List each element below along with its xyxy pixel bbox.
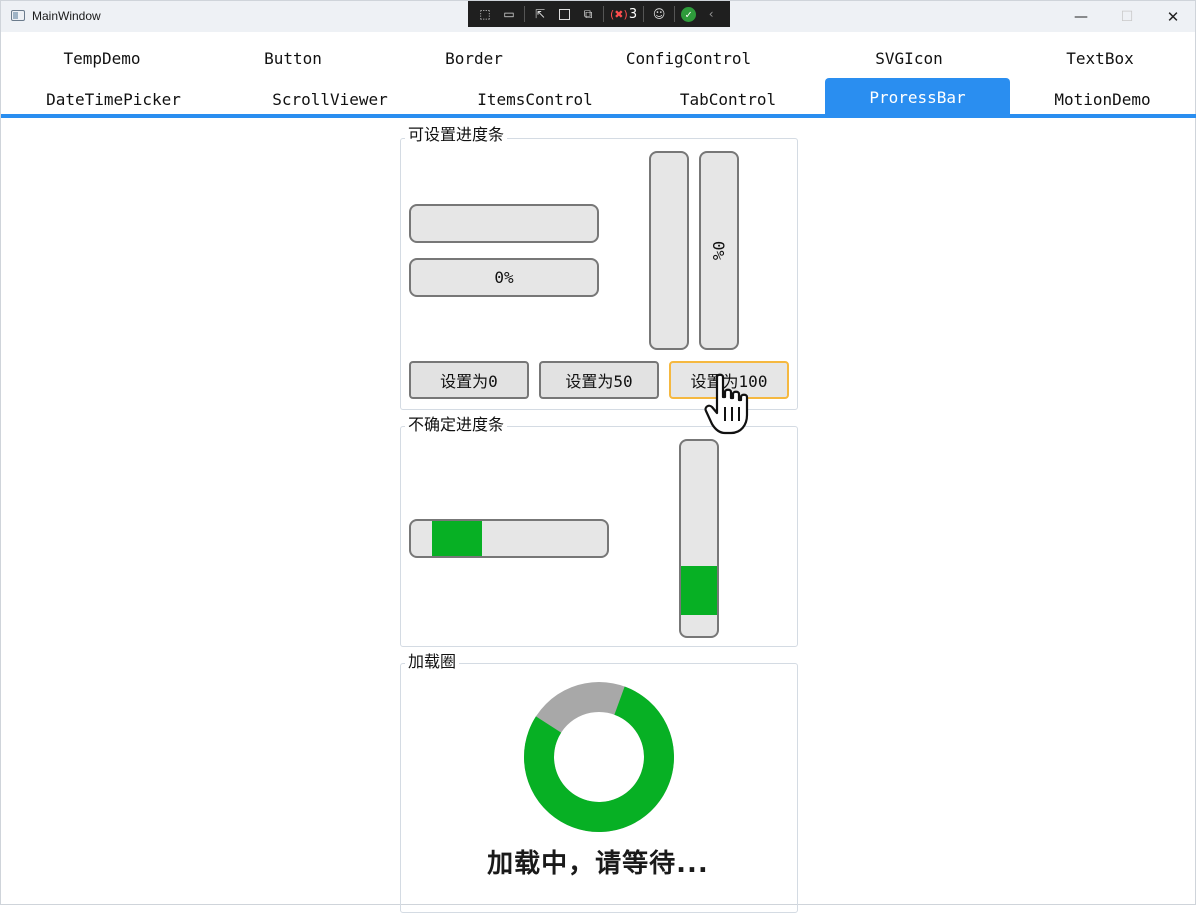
video-icon[interactable]: ▭: [500, 5, 518, 23]
error-icon: (✖): [610, 7, 628, 21]
tab-configcontrol[interactable]: ConfigControl: [560, 40, 817, 76]
indeterminate-indicator: [681, 566, 717, 615]
tab-motiondemo[interactable]: MotionDemo: [1010, 81, 1195, 117]
maximize-button[interactable]: ☐: [1104, 1, 1150, 32]
group-title: 不确定进度条: [405, 415, 508, 435]
display-layout-icon[interactable]: [555, 5, 573, 23]
check-icon[interactable]: ✓: [681, 6, 697, 22]
group-title: 可设置进度条: [405, 125, 508, 145]
vertical-progress-bar: [649, 151, 689, 350]
indeterminate-horizontal-bar: [409, 519, 609, 558]
indeterminate-vertical-bar: [679, 439, 719, 638]
group-title: 加载圈: [405, 652, 460, 672]
toolbar-divider: [524, 6, 525, 22]
collapse-chevron-icon[interactable]: ‹: [702, 5, 720, 23]
select-element-icon[interactable]: ⬚: [476, 5, 494, 23]
horizontal-progress-bar-with-text: 0%: [409, 258, 599, 297]
toolbar-divider: [643, 6, 645, 22]
toolbar-divider: [603, 6, 604, 22]
app-icon: [11, 10, 25, 21]
loading-ring: [524, 682, 674, 832]
tab-itemscontrol[interactable]: ItemsControl: [439, 81, 631, 117]
progress-text: 0%: [709, 240, 729, 261]
close-button[interactable]: ✕: [1150, 1, 1196, 32]
tab-scrollviewer[interactable]: ScrollViewer: [221, 81, 439, 117]
loading-text: 加载中，请等待...: [487, 849, 709, 879]
minimize-icon: —: [1074, 8, 1088, 25]
tab-tabcontrol[interactable]: TabControl: [631, 81, 825, 117]
indeterminate-indicator: [432, 521, 482, 556]
debug-toolbar: ⬚ ▭ ⇱ ⧉ (✖) 3 ☺ ✓ ‹: [468, 1, 730, 27]
tab-svgicon[interactable]: SVGIcon: [817, 40, 1001, 76]
tab-proressbar[interactable]: ProressBar: [825, 78, 1010, 116]
close-icon: ✕: [1166, 7, 1180, 26]
title-bar[interactable]: MainWindow ⬚ ▭ ⇱ ⧉ (✖) 3 ☺ ✓ ‹ — ☐ ✕: [1, 1, 1195, 32]
tab-tempdemo[interactable]: TempDemo: [6, 40, 198, 76]
progress-text: 0%: [494, 268, 514, 287]
tab-button[interactable]: Button: [198, 40, 388, 76]
vertical-progress-bar-with-text: 0%: [699, 151, 739, 350]
indeterminate-progress-group: 不确定进度条: [400, 415, 798, 647]
set-0-button[interactable]: 设置为0: [409, 361, 529, 399]
maximize-icon: ☐: [1120, 8, 1134, 25]
accessibility-icon[interactable]: ☺: [650, 5, 668, 23]
track-focus-icon[interactable]: ⧉: [579, 5, 597, 23]
tab-datetimepicker[interactable]: DateTimePicker: [6, 81, 221, 117]
hand-cursor-icon: [704, 373, 749, 435]
set-50-button[interactable]: 设置为50: [539, 361, 659, 399]
tab-border[interactable]: Border: [388, 40, 560, 76]
binding-errors-badge[interactable]: (✖) 3: [610, 7, 637, 22]
main-window: MainWindow ⬚ ▭ ⇱ ⧉ (✖) 3 ☺ ✓ ‹ — ☐ ✕ Temp…: [0, 0, 1196, 913]
minimize-button[interactable]: —: [1058, 1, 1104, 32]
pointer-select-icon[interactable]: ⇱: [531, 5, 549, 23]
tab-strip-underline: [1, 114, 1196, 118]
window-title: MainWindow: [32, 9, 101, 23]
toolbar-divider: [674, 6, 676, 22]
tab-textbox[interactable]: TextBox: [1001, 40, 1196, 76]
settable-progress-group: 可设置进度条 0% 0% 设置为0 设置为50 设置为100: [400, 125, 798, 410]
horizontal-progress-bar: [409, 204, 599, 243]
